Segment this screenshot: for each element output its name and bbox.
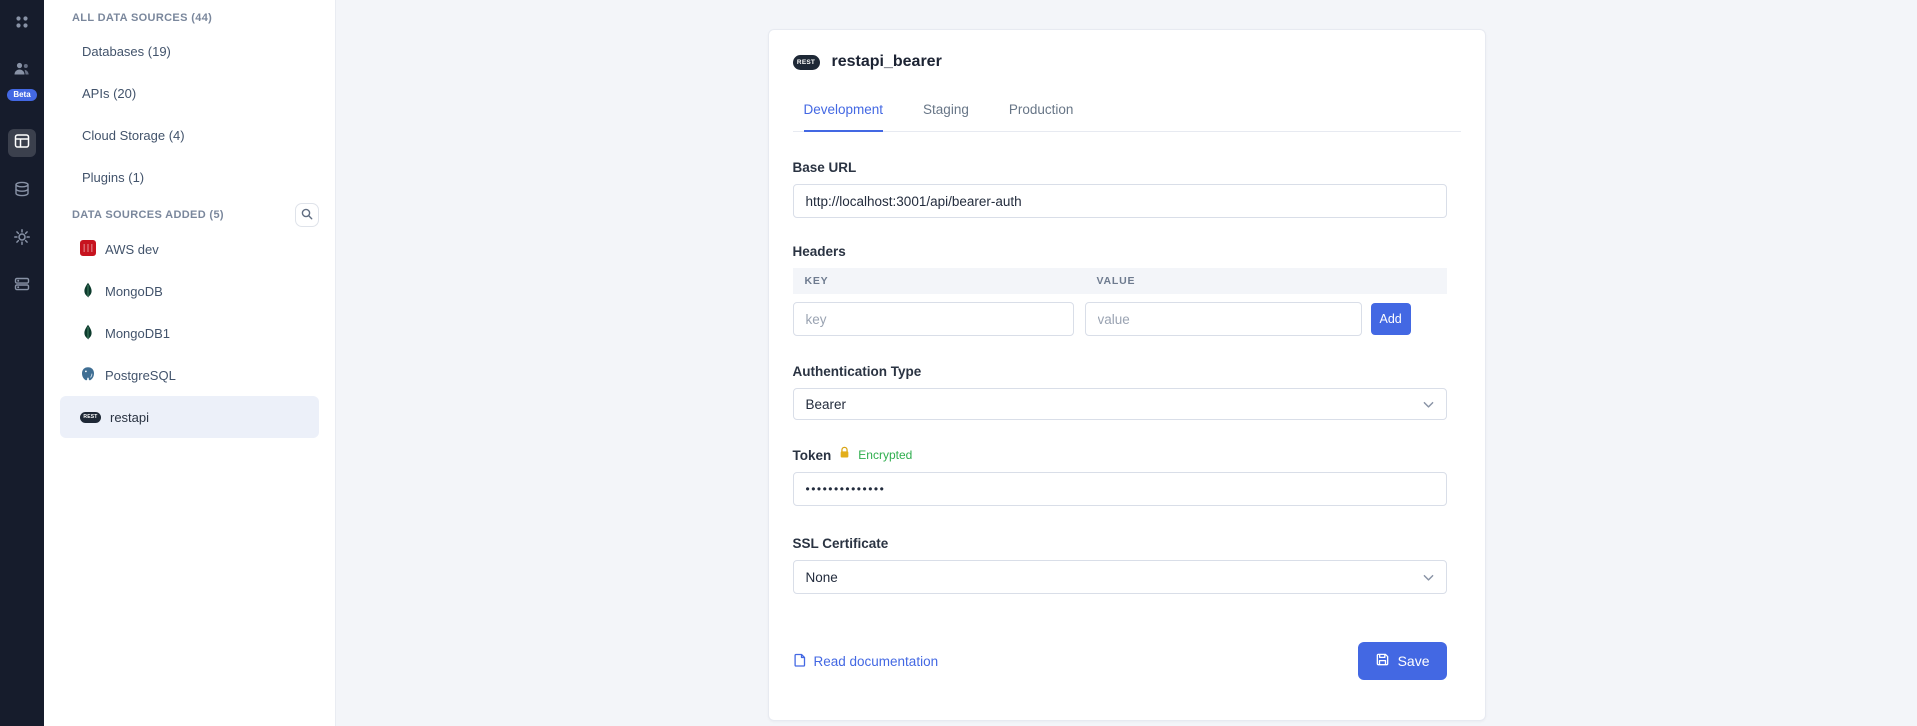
data-sources-added-header: DATA SOURCES ADDED (5) <box>60 207 224 223</box>
documentation-icon <box>793 653 807 670</box>
chevron-down-icon <box>1423 397 1434 412</box>
datasource-label: MongoDB1 <box>105 326 170 341</box>
auth-type-label: Authentication Type <box>793 364 1447 379</box>
datasource-label: restapi <box>110 410 149 425</box>
server-icon <box>13 275 31 298</box>
tab-staging[interactable]: Staging <box>923 102 969 132</box>
key-column-header: KEY <box>793 275 1074 287</box>
grid-icon <box>13 13 31 36</box>
ssl-certificate-label: SSL Certificate <box>793 536 1447 551</box>
token-input[interactable] <box>793 472 1447 506</box>
chevron-down-icon <box>1423 570 1434 585</box>
datasources-sidebar: ALL DATA SOURCES (44) Databases (19) API… <box>44 0 336 726</box>
doc-link-label: Read documentation <box>814 654 939 669</box>
sidebar-item-postgresql[interactable]: PostgreSQL <box>60 354 319 396</box>
tab-production[interactable]: Production <box>1009 102 1074 132</box>
sidebar-item-apis[interactable]: APIs (20) <box>60 72 319 114</box>
base-url-input[interactable] <box>793 184 1447 218</box>
mongodb-icon <box>80 324 96 343</box>
beta-badge: Beta <box>7 89 36 101</box>
datasource-label: PostgreSQL <box>105 368 176 383</box>
headers-table-header: KEY VALUE <box>793 268 1447 294</box>
value-column-header: VALUE <box>1085 275 1136 287</box>
left-icon-rail: Beta <box>0 0 44 726</box>
read-documentation-link[interactable]: Read documentation <box>793 653 939 670</box>
main-content: REST restapi_bearer Development Staging … <box>336 0 1917 726</box>
headers-label: Headers <box>793 244 1447 259</box>
sidebar-item-mongodb[interactable]: MongoDB <box>60 270 319 312</box>
auth-type-select[interactable]: Bearer <box>793 388 1447 420</box>
add-header-button[interactable]: Add <box>1371 303 1411 335</box>
users-icon <box>13 60 31 83</box>
rail-apps-button[interactable] <box>8 10 36 38</box>
ssl-certificate-select[interactable]: None <box>793 560 1447 594</box>
all-data-sources-header: ALL DATA SOURCES (44) <box>60 10 319 26</box>
sidebar-item-restapi[interactable]: REST restapi <box>60 396 319 438</box>
datasource-label: AWS dev <box>105 242 159 257</box>
sidebar-item-aws-dev[interactable]: AWS dev <box>60 228 319 270</box>
aws-icon <box>80 240 96 259</box>
datasource-label: MongoDB <box>105 284 163 299</box>
tab-development[interactable]: Development <box>804 102 884 132</box>
environment-tabs: Development Staging Production <box>793 102 1461 132</box>
rail-server-button[interactable] <box>8 272 36 300</box>
gear-icon <box>13 228 31 251</box>
token-label: Token <box>793 448 832 463</box>
save-icon <box>1375 652 1390 670</box>
save-button-label: Save <box>1398 653 1430 669</box>
rail-settings-button[interactable] <box>8 225 36 253</box>
postgresql-icon <box>80 366 96 385</box>
encrypted-badge: Encrypted <box>858 448 912 462</box>
base-url-label: Base URL <box>793 160 1447 175</box>
datasource-config-card: REST restapi_bearer Development Staging … <box>768 29 1486 721</box>
rail-datasources-button[interactable] <box>8 129 36 157</box>
search-icon <box>300 207 314 224</box>
rail-database-stack-button[interactable] <box>8 177 36 205</box>
page-title: restapi_bearer <box>832 53 942 71</box>
rest-api-icon: REST <box>793 55 820 70</box>
header-value-input[interactable] <box>1085 302 1362 336</box>
sidebar-item-plugins[interactable]: Plugins (1) <box>60 156 319 198</box>
save-button[interactable]: Save <box>1358 642 1447 680</box>
ssl-certificate-value: None <box>806 570 838 585</box>
sidebar-item-cloud-storage[interactable]: Cloud Storage (4) <box>60 114 319 156</box>
sidebar-item-databases[interactable]: Databases (19) <box>60 30 319 72</box>
headers-input-row: Add <box>793 302 1447 336</box>
header-key-input[interactable] <box>793 302 1074 336</box>
rail-users-button[interactable] <box>8 57 36 85</box>
mongodb-icon <box>80 282 96 301</box>
auth-type-value: Bearer <box>806 397 847 412</box>
lock-icon <box>839 446 850 464</box>
datasources-icon <box>13 132 31 155</box>
search-datasource-button[interactable] <box>295 203 319 227</box>
rest-api-icon: REST <box>80 412 101 423</box>
sidebar-item-mongodb1[interactable]: MongoDB1 <box>60 312 319 354</box>
database-stack-icon <box>13 180 31 203</box>
